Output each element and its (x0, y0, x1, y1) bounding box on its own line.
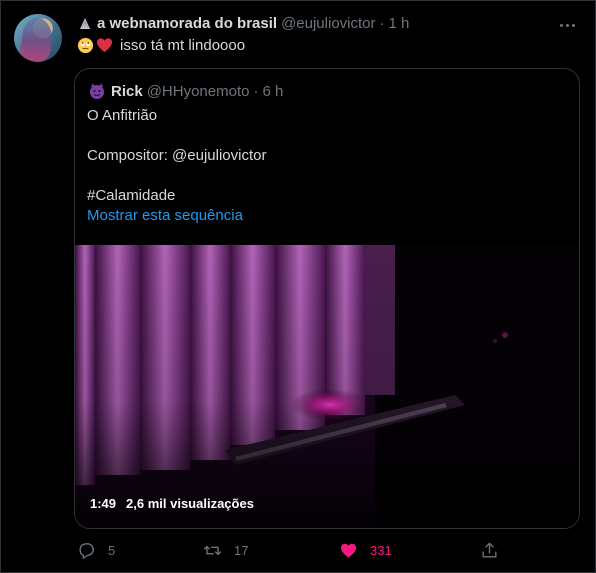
video-meta: 1:49 2,6 mil visualizações (90, 496, 254, 511)
reply-button[interactable]: 5 (77, 541, 115, 560)
tweet-header: a webnamorada do brasil @eujuliovictor ·… (77, 15, 409, 32)
quote-body: O Anfitrião Compositor: @eujuliovictor #… (87, 106, 266, 226)
quote-header: Rick @HHyonemoto · 6 h (88, 82, 283, 100)
video-frame (75, 245, 579, 528)
tweet-text-content: isso tá mt lindoooo (120, 37, 246, 54)
video-duration: 1:49 (90, 496, 117, 511)
quoted-tweet[interactable]: Rick @HHyonemoto · 6 h O Anfitrião Compo… (74, 68, 580, 529)
video-views: 2,6 mil visualizações (126, 496, 254, 511)
dot-icon (571, 23, 575, 27)
reply-icon (79, 543, 94, 560)
red-heart-icon (96, 37, 113, 54)
shell-icon (77, 16, 93, 32)
video-player[interactable]: 1:49 2,6 mil visualizações (75, 245, 579, 528)
show-thread-link[interactable]: Mostrar esta sequência (87, 206, 266, 226)
like-count: 331 (370, 543, 392, 558)
quote-text-line: Compositor: @eujuliovictor (87, 147, 267, 164)
quote-timestamp[interactable]: 6 h (262, 83, 283, 100)
like-button[interactable]: 331 (339, 541, 392, 560)
dot-icon (565, 23, 569, 27)
purple-devil-icon[interactable] (88, 82, 106, 100)
reply-count: 5 (108, 543, 116, 558)
rolling-eyes-face-icon (77, 37, 94, 54)
tweet-card[interactable]: a webnamorada do brasil @eujuliovictor ·… (0, 0, 596, 573)
quote-text-line: O Anfitrião (87, 107, 158, 124)
share-icon (482, 542, 497, 558)
retweet-count: 17 (234, 543, 249, 558)
separator-dot: · (379, 15, 385, 32)
quote-author-handle[interactable]: @HHyonemoto (147, 83, 250, 100)
more-options-button[interactable] (555, 13, 579, 37)
tweet-actions: 5 17 331 (77, 541, 507, 563)
author-name[interactable]: a webnamorada do brasil (97, 15, 277, 32)
retweet-icon (203, 545, 222, 556)
author-handle[interactable]: @eujuliovictor (281, 15, 375, 32)
quote-text-line: #Calamidade (87, 187, 176, 204)
heart-filled-icon (340, 543, 357, 558)
quote-author-name[interactable]: Rick (111, 83, 143, 100)
retweet-button[interactable]: 17 (203, 541, 248, 560)
tweet-text: isso tá mt lindoooo (77, 37, 245, 54)
dot-icon (559, 23, 563, 27)
share-button[interactable] (480, 541, 499, 560)
author-avatar[interactable] (14, 14, 62, 62)
separator-dot: · (253, 82, 259, 100)
tweet-timestamp[interactable]: 1 h (389, 15, 410, 32)
